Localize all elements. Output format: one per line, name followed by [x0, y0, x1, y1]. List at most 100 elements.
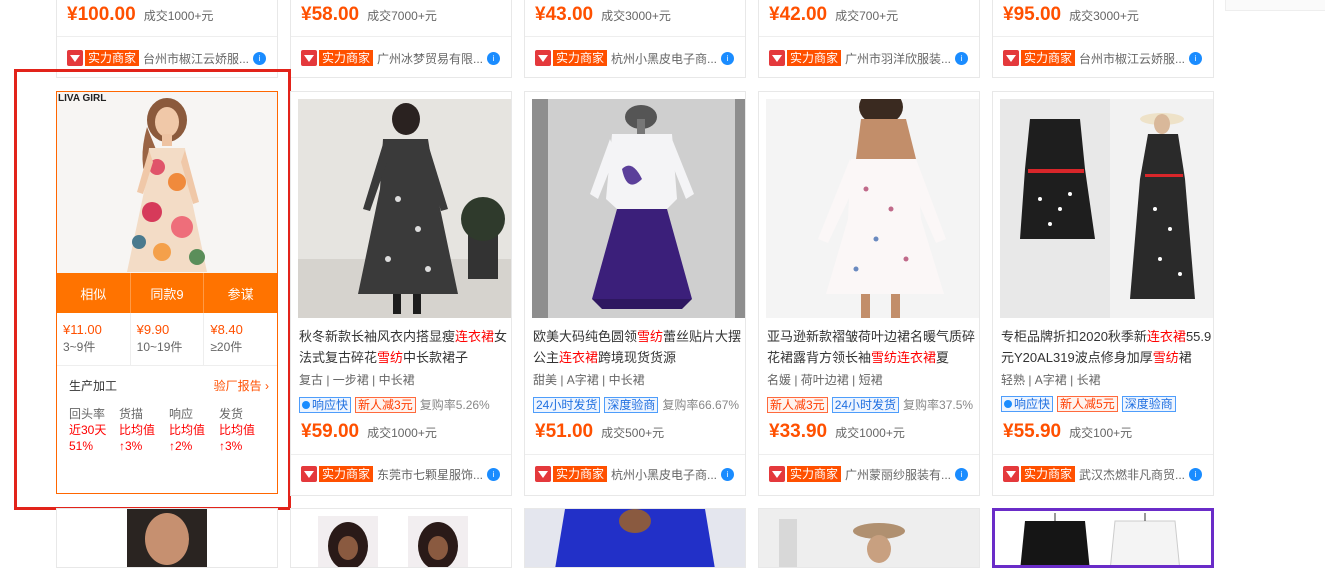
seller-name[interactable]: 台州市椒江云娇服... — [143, 50, 249, 67]
product-card[interactable]: 秋冬新款长袖风衣内搭显瘦连衣裙女法式复古碎花雪纺中长款裙子 复古 | 一步裙 |… — [290, 91, 512, 496]
seller-name[interactable]: 杭州小黑皮电子商... — [611, 466, 717, 483]
product-image[interactable] — [995, 511, 1211, 565]
seller-name[interactable]: 广州市羽洋欣服装... — [845, 50, 951, 67]
product-image[interactable] — [57, 509, 277, 567]
chat-icon[interactable]: i — [955, 467, 969, 481]
stat-value: 近30天 — [69, 423, 107, 437]
chat-icon[interactable]: i — [955, 51, 969, 65]
price: ¥58.00 — [301, 4, 360, 25]
seller-name[interactable]: 广州蒙丽纱服装有... — [845, 466, 951, 483]
badge-new-user: 新人减3元 — [767, 396, 828, 413]
price: ¥95.00 — [1003, 4, 1062, 25]
product-tags: 名媛 | 荷叶边裙 | 短裙 — [767, 373, 883, 387]
badge-new-user: 新人减3元 — [355, 396, 416, 413]
rebuy-rate: 复购率66.67% — [662, 398, 740, 412]
seller-badge: 实力商家 — [1021, 466, 1076, 482]
seller-name[interactable]: 广州冰梦贸易有限... — [377, 50, 483, 67]
stat-value: 51% — [69, 439, 94, 453]
chat-icon[interactable]: i — [487, 467, 501, 481]
similar-button[interactable]: 相似 — [57, 273, 131, 313]
product-image[interactable]: LIVA GIRL — [57, 92, 277, 273]
seller-name[interactable]: 武汉杰燃非凡商贸... — [1079, 466, 1185, 483]
product-image[interactable] — [532, 99, 745, 318]
product-image[interactable] — [766, 99, 979, 318]
product-card[interactable]: ¥58.00 成交7000+元 实力商家 广州冰梦贸易有限... i — [290, 0, 512, 78]
product-tags: 轻熟 | A字裙 | 长裙 — [1001, 373, 1101, 387]
stat: 发货 比均值 ↑3% — [219, 405, 269, 454]
featured-product-card[interactable]: LIVA GIRL 相似 同款9 参谋 ¥11.00 3~9件 ¥9.90 10~1… — [56, 91, 278, 494]
product-image[interactable] — [1000, 99, 1213, 318]
product-card[interactable] — [290, 508, 512, 568]
chat-icon[interactable]: i — [487, 51, 501, 65]
product-title[interactable]: 秋冬新款长袖风衣内搭显瘦连衣裙女法式复古碎花雪纺中长款裙子 — [299, 326, 511, 368]
product-title[interactable]: 亚马逊新款褶皱荷叶边裙名暖气质碎花裙露背方领长袖雪纺连衣裙夏 — [767, 326, 979, 368]
seller-badge: 实力商家 — [319, 50, 374, 66]
stat-head: 响应 — [169, 407, 194, 421]
price: ¥100.00 — [67, 4, 136, 25]
advisor-button[interactable]: 参谋 — [204, 273, 277, 313]
product-card[interactable] — [56, 508, 278, 568]
price: ¥33.90 — [769, 421, 828, 442]
product-card[interactable]: ¥95.00 成交3000+元 实力商家 台州市椒江云娇服... i — [992, 0, 1214, 78]
product-card[interactable] — [524, 508, 746, 568]
seller-badge: 实力商家 — [553, 50, 608, 66]
brand-label: LIVA GIRL — [58, 93, 107, 104]
action-bar: 相似 同款9 参谋 — [57, 273, 277, 313]
title-text: 欧美大码纯色圆领 — [533, 329, 638, 344]
product-card[interactable]: 欧美大码纯色圆领雪纺蕾丝贴片大摆公主连衣裙跨境现货货源 甜美 | A字裙 | 中… — [524, 91, 746, 496]
rebuy-rate: 复购率5.26% — [419, 398, 490, 412]
seller-name[interactable]: 台州市椒江云娇服... — [1079, 50, 1185, 67]
product-image[interactable] — [298, 99, 511, 318]
product-tags: 复古 | 一步裙 | 中长裙 — [299, 373, 415, 387]
chat-icon[interactable]: i — [1189, 51, 1203, 65]
chat-icon[interactable]: i — [721, 467, 735, 481]
seller-name[interactable]: 东莞市七颗星服饰... — [377, 466, 483, 483]
chat-icon[interactable]: i — [253, 51, 267, 65]
tier-qty: ≥20件 — [210, 340, 243, 354]
stat: 回头率 近30天 51% — [69, 405, 119, 454]
sold-count: 成交3000+元 — [601, 9, 671, 23]
seller-name[interactable]: 杭州小黑皮电子商... — [611, 50, 717, 67]
product-image[interactable] — [298, 516, 504, 567]
title-keyword: 雪纺 — [1152, 350, 1179, 365]
product-card[interactable]: 专柜品牌折扣2020秋季新连衣裙55.9元Y20AL319波点修身加厚雪纺裙 轻… — [992, 91, 1214, 496]
right-panel-edge — [1225, 0, 1325, 11]
chat-icon[interactable]: i — [721, 51, 735, 65]
title-text: 专柜品牌折扣2020秋季新 — [1001, 329, 1147, 344]
product-title[interactable]: 欧美大码纯色圆领雪纺蕾丝贴片大摆公主连衣裙跨境现货货源 — [533, 326, 745, 368]
title-text: 跨境现货货源 — [598, 350, 677, 365]
stat: 响应 比均值 ↑2% — [169, 405, 219, 454]
factory-report-link[interactable]: 验厂报告 › — [214, 377, 269, 394]
response-icon — [302, 400, 310, 409]
service-badges: 响应快 新人减5元 深度验商 — [1001, 396, 1180, 412]
title-text: 中长款裙子 — [403, 350, 469, 365]
product-card[interactable]: ¥100.00 成交1000+元 实力商家 台州市椒江云娇服... i — [56, 0, 278, 78]
price-tier: ¥9.90 10~19件 — [131, 313, 205, 365]
product-title[interactable]: 专柜品牌折扣2020秋季新连衣裙55.9元Y20AL319波点修身加厚雪纺裙 — [1001, 326, 1213, 368]
seller-logo-icon — [301, 50, 317, 66]
price-tier: ¥11.00 3~9件 — [57, 313, 131, 365]
stat-value: 比均值 — [219, 423, 256, 437]
product-card[interactable]: ¥43.00 成交3000+元 实力商家 杭州小黑皮电子商... i — [524, 0, 746, 78]
title-keyword: 连衣裙 — [1146, 329, 1186, 344]
title-text: 夏 — [936, 350, 950, 365]
product-card[interactable] — [992, 508, 1214, 568]
product-card[interactable]: ¥42.00 成交700+元 实力商家 广州市羽洋欣服装... i — [758, 0, 980, 78]
production-label: 生产加工 — [69, 379, 118, 393]
chevron-right-icon: › — [265, 379, 269, 393]
product-image[interactable] — [759, 509, 979, 567]
sold-count: 成交700+元 — [835, 9, 899, 23]
tier-qty: 3~9件 — [63, 340, 96, 354]
seller-badge: 实力商家 — [787, 466, 842, 482]
product-card[interactable] — [758, 508, 980, 568]
product-card[interactable]: 亚马逊新款褶皱荷叶边裙名暖气质碎花裙露背方领长袖雪纺连衣裙夏 名媛 | 荷叶边裙… — [758, 91, 980, 496]
price: ¥59.00 — [301, 421, 360, 442]
seller-logo-icon — [1003, 466, 1019, 482]
seller-logo-icon — [769, 50, 785, 66]
tier-price: ¥9.90 — [136, 322, 170, 337]
sold-count: 成交500+元 — [601, 426, 665, 440]
chat-icon[interactable]: i — [1189, 467, 1203, 481]
same-style-button[interactable]: 同款9 — [131, 273, 205, 313]
product-image[interactable] — [525, 509, 745, 567]
tier-price: ¥11.00 — [63, 322, 102, 337]
